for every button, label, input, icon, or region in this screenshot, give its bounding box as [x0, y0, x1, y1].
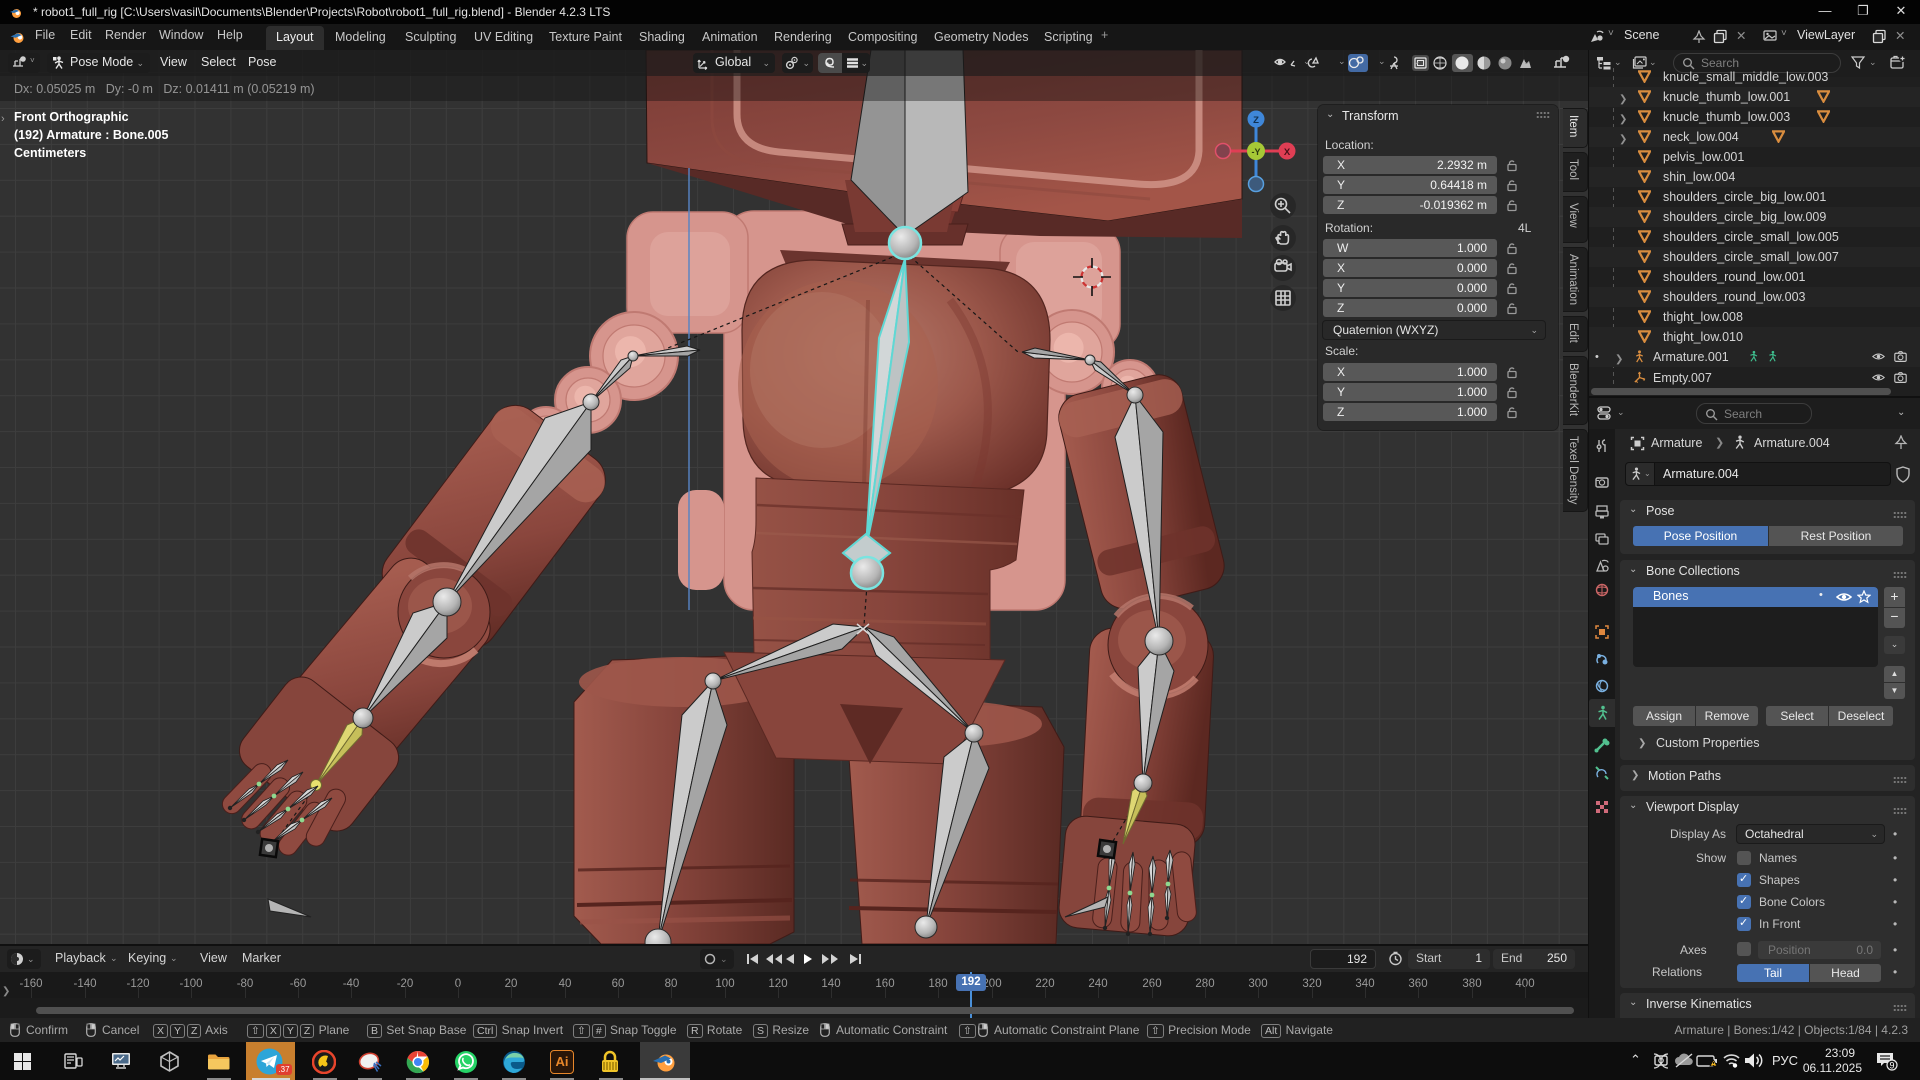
svg-text:Centimeters: Centimeters	[14, 146, 86, 160]
svg-text:(192) Armature : Bone.005: (192) Armature : Bone.005	[14, 128, 168, 142]
svg-text:Z: Z	[1253, 115, 1259, 126]
svg-text:X: X	[1284, 147, 1291, 158]
svg-text:9: 9	[1889, 1061, 1894, 1071]
svg-text:-Y: -Y	[1252, 147, 1261, 157]
svg-text:Front Orthographic: Front Orthographic	[14, 110, 129, 124]
svg-text:›: ›	[1, 113, 5, 125]
